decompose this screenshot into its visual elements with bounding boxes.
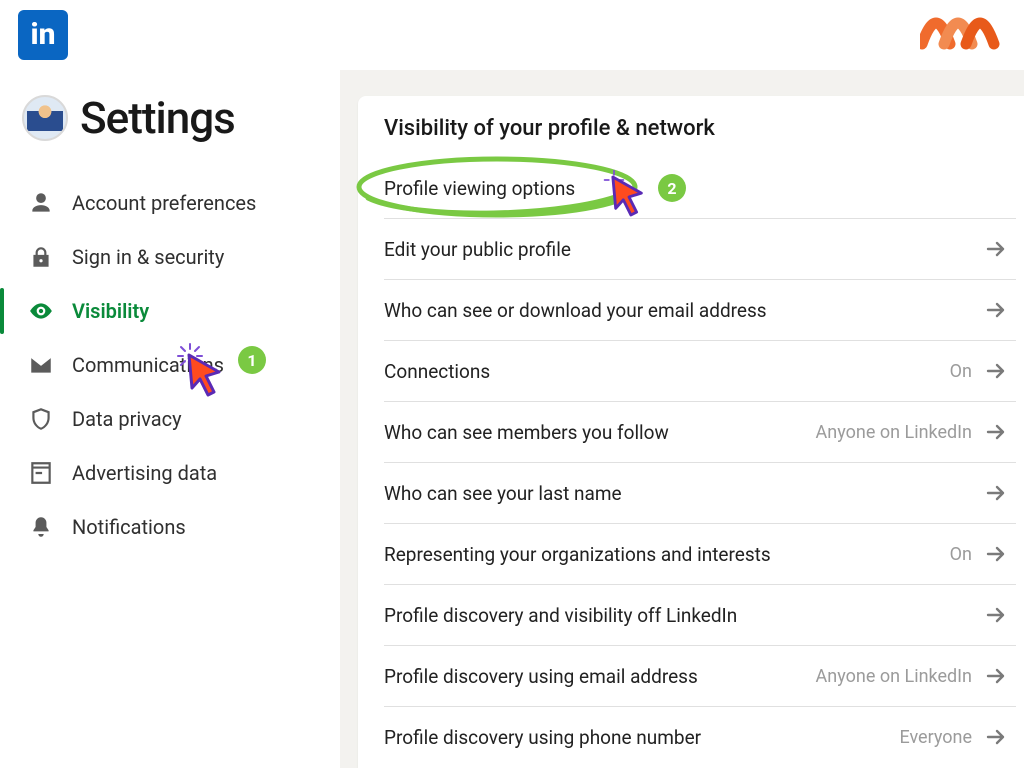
avatar[interactable] (22, 95, 68, 141)
setting-row-connections[interactable]: Connections On (384, 340, 1016, 401)
setting-row-profile-viewing-options[interactable]: Profile viewing options (384, 151, 1016, 218)
setting-row-discovery-phone[interactable]: Profile discovery using phone number Eve… (384, 706, 1016, 767)
setting-label: Who can see your last name (384, 482, 622, 505)
setting-row-discovery-off-linkedin[interactable]: Profile discovery and visibility off Lin… (384, 584, 1016, 645)
setting-label: Connections (384, 360, 490, 383)
sidebar-item-communications[interactable]: Communications (0, 338, 322, 392)
sidebar-item-label: Visibility (72, 299, 149, 323)
panel-title: Visibility of your profile & network (384, 116, 1016, 141)
setting-row-organizations-interests[interactable]: Representing your organizations and inte… (384, 523, 1016, 584)
sidebar-item-notifications[interactable]: Notifications (0, 500, 322, 554)
setting-label: Edit your public profile (384, 238, 571, 261)
settings-panel: Visibility of your profile & network Pro… (358, 96, 1024, 768)
mooncard-logo (920, 10, 1006, 50)
setting-value: Anyone on LinkedIn (816, 422, 972, 443)
setting-label: Representing your organizations and inte… (384, 543, 771, 566)
setting-label: Who can see or download your email addre… (384, 299, 767, 322)
arrow-right-icon (984, 359, 1008, 383)
setting-value: On (950, 361, 972, 382)
setting-value: Everyone (899, 727, 972, 748)
arrow-right-icon (984, 420, 1008, 444)
arrow-right-icon (984, 237, 1008, 261)
setting-row-last-name[interactable]: Who can see your last name (384, 462, 1016, 523)
arrow-right-icon (984, 725, 1008, 749)
linkedin-logo: in (18, 10, 68, 60)
sidebar-item-data-privacy[interactable]: Data privacy (0, 392, 322, 446)
shield-icon (28, 406, 54, 432)
sidebar-item-label: Communications (72, 353, 224, 377)
arrow-right-icon (984, 664, 1008, 688)
setting-label: Profile discovery and visibility off Lin… (384, 604, 737, 627)
arrow-right-icon (984, 603, 1008, 627)
setting-label: Profile discovery using email address (384, 665, 698, 688)
arrow-right-icon (984, 298, 1008, 322)
arrow-right-icon (984, 542, 1008, 566)
sidebar-item-advertising-data[interactable]: Advertising data (0, 446, 322, 500)
main-content: Visibility of your profile & network Pro… (340, 70, 1024, 768)
setting-row-discovery-email[interactable]: Profile discovery using email address An… (384, 645, 1016, 706)
person-icon (28, 190, 54, 216)
sidebar: Settings Account preferences Sign in & s… (0, 70, 340, 768)
page-title: Settings (80, 92, 235, 144)
sidebar-item-sign-in-security[interactable]: Sign in & security (0, 230, 322, 284)
sidebar-item-label: Notifications (72, 515, 186, 539)
document-icon (28, 460, 54, 486)
setting-row-email-visibility[interactable]: Who can see or download your email addre… (384, 279, 1016, 340)
setting-value: On (950, 544, 972, 565)
setting-row-edit-public-profile[interactable]: Edit your public profile (384, 218, 1016, 279)
sidebar-item-label: Sign in & security (72, 245, 224, 269)
sidebar-item-label: Data privacy (72, 407, 182, 431)
bell-icon (28, 514, 54, 540)
sidebar-header: Settings (0, 92, 322, 158)
sidebar-item-label: Account preferences (72, 191, 256, 215)
envelope-icon (28, 352, 54, 378)
sidebar-nav: Account preferences Sign in & security V… (0, 176, 322, 554)
setting-value: Anyone on LinkedIn (816, 666, 972, 687)
setting-row-members-you-follow[interactable]: Who can see members you follow Anyone on… (384, 401, 1016, 462)
setting-label: Who can see members you follow (384, 421, 669, 444)
topbar: in (0, 0, 1024, 70)
arrow-right-icon (984, 481, 1008, 505)
sidebar-item-visibility[interactable]: Visibility (0, 284, 322, 338)
sidebar-item-label: Advertising data (72, 461, 217, 485)
sidebar-item-account-preferences[interactable]: Account preferences (0, 176, 322, 230)
setting-label: Profile viewing options (384, 177, 575, 200)
setting-label: Profile discovery using phone number (384, 726, 701, 749)
lock-icon (28, 244, 54, 270)
eye-icon (28, 298, 54, 324)
linkedin-logo-text: in (31, 17, 56, 52)
